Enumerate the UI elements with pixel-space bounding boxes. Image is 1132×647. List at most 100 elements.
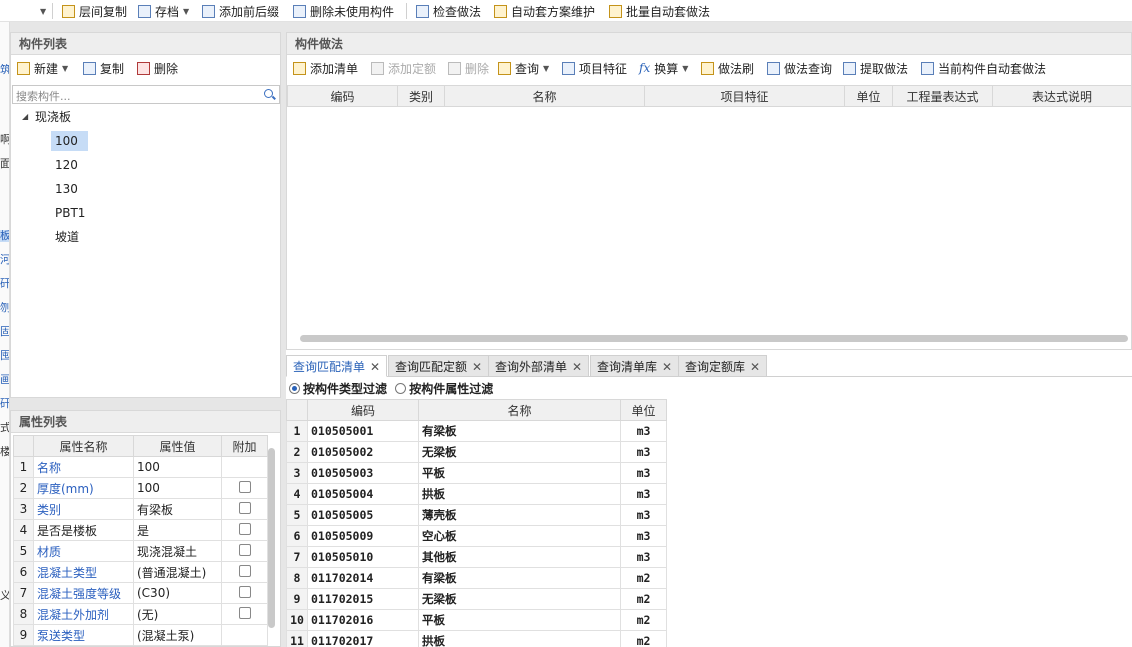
strip-label[interactable]: 囤 — [0, 350, 9, 362]
archive-button[interactable]: 存档 ▼ — [138, 2, 189, 20]
tree-item[interactable]: PBT1 — [51, 203, 89, 223]
property-row[interactable]: 8 混凝土外加剂 (无) — [13, 603, 268, 625]
check-method-button[interactable]: 检查做法 — [416, 2, 481, 20]
checkbox[interactable] — [238, 480, 251, 493]
tab-match-quota[interactable]: 查询匹配定额 ✕ — [388, 355, 490, 377]
strip-label[interactable]: 楼 — [0, 446, 9, 458]
property-row[interactable]: 5 材质 现浇混凝土 — [13, 540, 268, 562]
strip-label[interactable]: 式 — [0, 422, 9, 434]
method-scrollbar[interactable] — [300, 335, 1128, 342]
prop-value[interactable]: (普通混凝土) — [133, 561, 222, 583]
result-row[interactable]: 10 011702016 平板 m2 — [286, 609, 667, 631]
tree-item[interactable]: 坡道 — [51, 227, 83, 247]
result-row[interactable]: 3 010505003 平板 m3 — [286, 462, 667, 484]
close-icon[interactable]: ✕ — [572, 360, 582, 374]
prop-value[interactable]: 现浇混凝土 — [133, 540, 222, 562]
property-row[interactable]: 3 类别 有梁板 — [13, 498, 268, 520]
close-icon[interactable]: ✕ — [370, 360, 380, 374]
tree-item[interactable]: 100 — [51, 131, 88, 151]
result-row[interactable]: 1 010505001 有梁板 m3 — [286, 420, 667, 442]
result-row[interactable]: 4 010505004 拱板 m3 — [286, 483, 667, 505]
strip-label[interactable]: 面 — [0, 158, 9, 170]
panel-splitter[interactable] — [10, 398, 281, 410]
batch-auto-button[interactable]: 批量自动套做法 — [609, 2, 710, 20]
header-name[interactable]: 名称 — [444, 85, 645, 107]
close-icon[interactable]: ✕ — [750, 360, 760, 374]
tree-root[interactable]: 现浇板 — [31, 107, 75, 127]
result-row[interactable]: 2 010505002 无梁板 m3 — [286, 441, 667, 463]
checkbox[interactable] — [238, 564, 251, 577]
header-category[interactable]: 类别 — [397, 85, 445, 107]
strip-label[interactable]: 矸 — [0, 398, 9, 410]
checkbox[interactable] — [238, 522, 251, 535]
close-icon[interactable]: ✕ — [662, 360, 672, 374]
item-feature-button[interactable]: 项目特征 — [562, 55, 627, 81]
strip-label[interactable]: 板 — [0, 230, 9, 242]
prop-value[interactable]: 是 — [133, 519, 222, 541]
add-list-button[interactable]: 添加清单 — [293, 55, 358, 81]
header-unit[interactable]: 单位 — [620, 399, 667, 421]
convert-button[interactable]: fx 换算 ▼ — [639, 55, 688, 81]
result-row[interactable]: 8 011702014 有梁板 m2 — [286, 567, 667, 589]
toolbar-dropdown[interactable]: ▼ — [36, 2, 46, 20]
close-icon[interactable]: ✕ — [472, 360, 482, 374]
filter-by-type-radio[interactable]: 按构件类型过滤 — [289, 382, 387, 396]
auto-scheme-button[interactable]: 自动套方案维护 — [494, 2, 595, 20]
strip-label[interactable]: 筑 — [0, 64, 9, 76]
method-brush-button[interactable]: 做法刷 — [701, 55, 754, 81]
header-code[interactable]: 编码 — [307, 399, 419, 421]
property-row[interactable]: 7 混凝土强度等级 (C30) — [13, 582, 268, 604]
result-row[interactable]: 11 011702017 拱板 m2 — [286, 630, 667, 647]
checkbox[interactable] — [238, 543, 251, 556]
add-prefix-suffix-button[interactable]: 添加前后缀 — [202, 2, 279, 20]
tree-item[interactable]: 120 — [51, 155, 82, 175]
add-quota-button[interactable]: 添加定额 — [371, 55, 436, 81]
delete-method-button[interactable]: 删除 — [448, 55, 489, 81]
prop-value[interactable]: (C30) — [133, 582, 222, 604]
checkbox[interactable] — [238, 606, 251, 619]
strip-label[interactable]: 固 — [0, 326, 9, 338]
strip-label[interactable]: 义 — [0, 590, 9, 602]
component-search-input[interactable]: 搜索构件... — [12, 85, 280, 104]
property-row[interactable]: 9 泵送类型 (混凝土泵) — [13, 624, 268, 646]
property-row[interactable]: 4 是否是楼板是 — [13, 519, 268, 541]
prop-value[interactable]: (混凝土泵) — [133, 624, 222, 646]
strip-label[interactable]: 画 — [0, 374, 9, 386]
header-name[interactable]: 名称 — [418, 399, 621, 421]
result-row[interactable]: 6 010505009 空心板 m3 — [286, 525, 667, 547]
delete-unused-button[interactable]: 删除未使用构件 — [293, 2, 394, 20]
filter-by-attr-radio[interactable]: 按构件属性过滤 — [395, 382, 493, 396]
prop-value[interactable]: (无) — [133, 603, 222, 625]
auto-apply-current-button[interactable]: 当前构件自动套做法 — [921, 55, 1046, 81]
new-component-button[interactable]: 新建 ▼ — [17, 55, 68, 81]
result-row[interactable]: 7 010505010 其他板 m3 — [286, 546, 667, 568]
copy-floor-button[interactable]: 层间复制 — [62, 2, 127, 20]
tree-collapse-icon[interactable]: ◢ — [22, 112, 28, 121]
property-scrollbar[interactable] — [268, 448, 275, 628]
tree-item[interactable]: 130 — [51, 179, 82, 199]
header-code[interactable]: 编码 — [287, 85, 398, 107]
search-icon[interactable] — [264, 89, 273, 98]
prop-value[interactable]: 100 — [133, 456, 222, 478]
query-button[interactable]: 查询 ▼ — [498, 55, 549, 81]
prop-value[interactable]: 有梁板 — [133, 498, 222, 520]
property-row[interactable]: 6 混凝土类型 (普通混凝土) — [13, 561, 268, 583]
tab-external-list[interactable]: 查询外部清单 ✕ — [488, 355, 590, 377]
header-feature[interactable]: 项目特征 — [644, 85, 845, 107]
header-expression[interactable]: 工程量表达式 — [892, 85, 993, 107]
tab-quota-library[interactable]: 查询定额库 ✕ — [678, 355, 768, 377]
copy-component-button[interactable]: 复制 — [83, 55, 124, 81]
checkbox[interactable] — [238, 501, 251, 514]
header-unit[interactable]: 单位 — [844, 85, 893, 107]
tab-list-library[interactable]: 查询清单库 ✕ — [590, 355, 680, 377]
property-row[interactable]: 1 名称 100 — [13, 456, 268, 478]
extract-method-button[interactable]: 提取做法 — [843, 55, 908, 81]
checkbox[interactable] — [238, 585, 251, 598]
result-row[interactable]: 9 011702015 无梁板 m2 — [286, 588, 667, 610]
strip-label[interactable]: 河 — [0, 254, 9, 266]
tab-match-list[interactable]: 查询匹配清单 ✕ — [286, 355, 388, 377]
property-row[interactable]: 2 厚度(mm) 100 — [13, 477, 268, 499]
method-query-button[interactable]: 做法查询 — [767, 55, 832, 81]
strip-label[interactable]: 啊 — [0, 134, 9, 146]
delete-component-button[interactable]: 删除 — [137, 55, 178, 81]
